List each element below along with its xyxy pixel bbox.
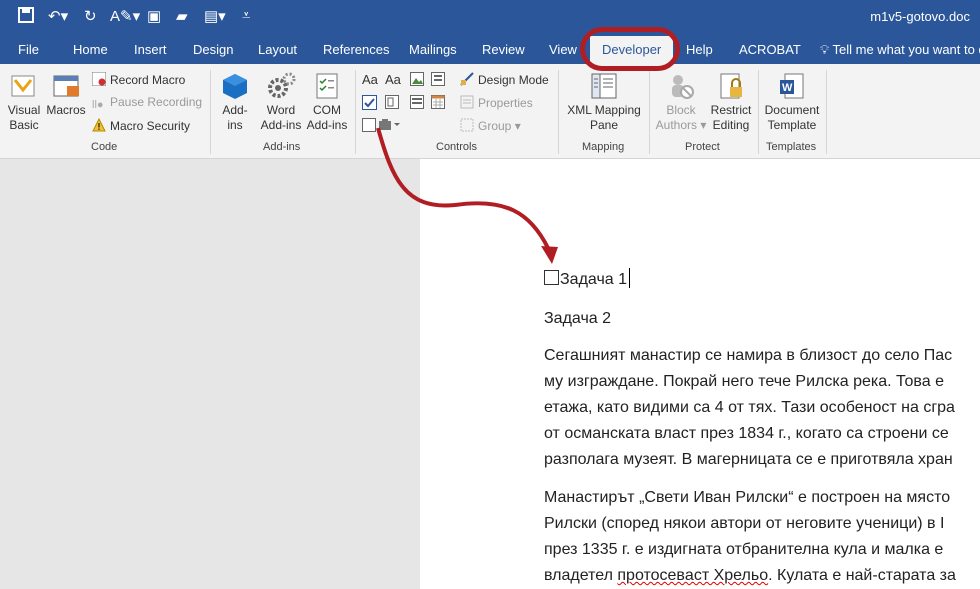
annotation-arrow <box>376 127 558 264</box>
